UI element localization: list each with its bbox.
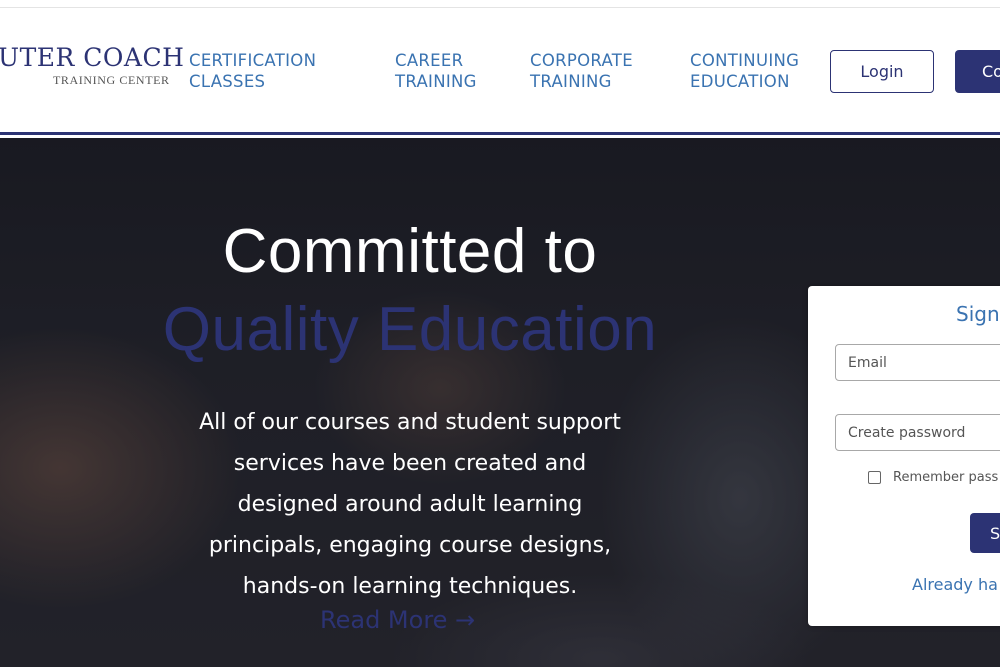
hero-description-line: designed around adult learning: [237, 492, 583, 517]
nav-label-line2: CLASSES: [189, 72, 266, 91]
password-field[interactable]: [835, 414, 1000, 451]
nav-label-line2: TRAINING: [395, 72, 477, 91]
email-field[interactable]: [835, 344, 1000, 381]
hero-description-line: hands-on learning techniques.: [242, 574, 578, 599]
hero-description-line: principals, engaging course designs,: [208, 533, 612, 558]
nav-label-line1: CERTIFICATION: [189, 51, 317, 70]
site-logo[interactable]: UTER COACH TRAINING CENTER: [0, 43, 185, 88]
already-have-account-link[interactable]: Already ha: [912, 575, 998, 594]
hero-description: All of our courses and student support s…: [160, 402, 660, 607]
sign-in-card: Sign Remember pass S Already ha: [808, 286, 1000, 626]
hero-title-line2: Quality Education: [162, 295, 658, 364]
nav-label-line1: CAREER: [395, 51, 464, 70]
top-strip: [0, 0, 1000, 8]
logo-wordmark: UTER COACH: [0, 43, 185, 72]
create-account-button[interactable]: Co: [955, 50, 1000, 93]
read-more-link[interactable]: Read More →: [320, 606, 475, 634]
remember-password-row: Remember pass: [868, 470, 998, 485]
nav-label-line1: CORPORATE: [530, 51, 633, 70]
nav-label-line1: CONTINUING: [690, 51, 800, 70]
site-header: UTER COACH TRAINING CENTER CERTIFICATION…: [0, 8, 1000, 135]
hero-description-line: services have been created and: [233, 451, 587, 476]
remember-label: Remember pass: [893, 470, 999, 485]
sign-in-submit-button[interactable]: S: [970, 513, 1000, 553]
hero-description-line: All of our courses and student support: [199, 410, 621, 435]
nav-certification-classes[interactable]: CERTIFICATION CLASSES: [189, 50, 316, 92]
nav-label-line2: TRAINING: [530, 72, 612, 91]
login-button[interactable]: Login: [830, 50, 934, 93]
sign-in-title: Sign: [956, 302, 1000, 326]
nav-career-training[interactable]: CAREER TRAINING: [395, 50, 477, 92]
nav-continuing-education[interactable]: CONTINUING EDUCATION: [690, 50, 799, 92]
hero-title-line1: Committed to: [222, 217, 598, 286]
nav-label-line2: EDUCATION: [690, 72, 790, 91]
remember-checkbox[interactable]: [868, 471, 881, 484]
logo-tagline: TRAINING CENTER: [53, 73, 170, 87]
nav-corporate-training[interactable]: CORPORATE TRAINING: [530, 50, 633, 92]
